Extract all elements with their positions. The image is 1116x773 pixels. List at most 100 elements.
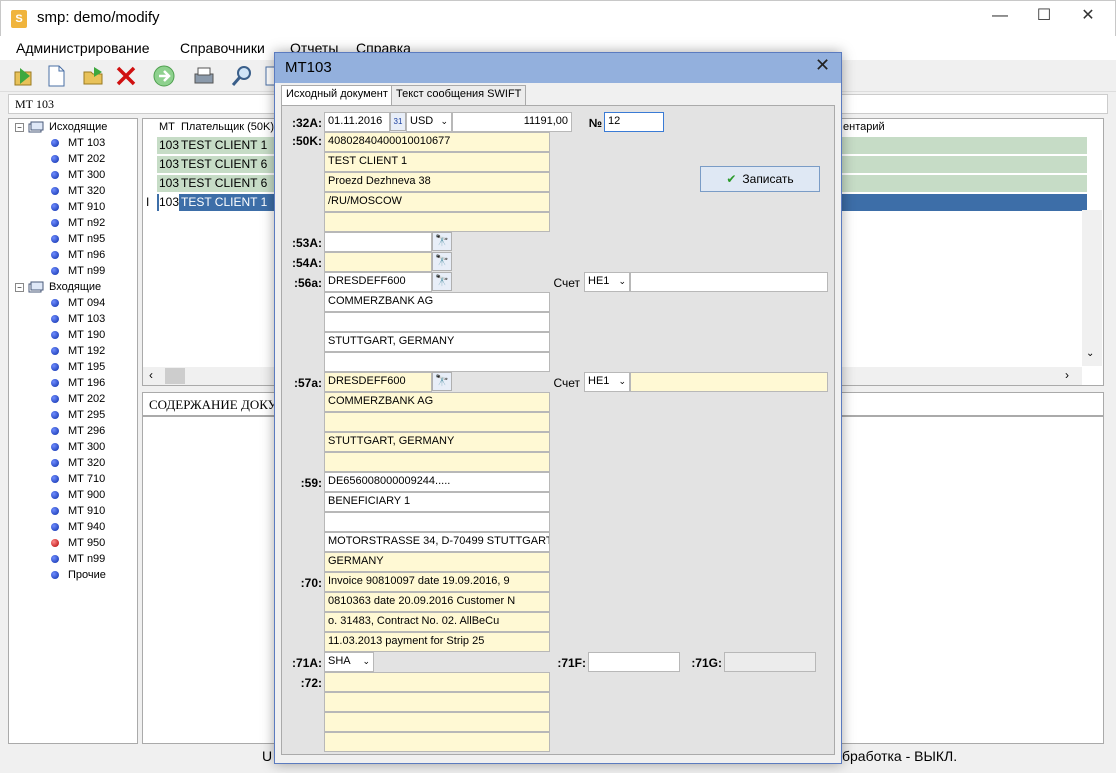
tree-item[interactable]: МТ 300 [51,439,105,455]
field-72-line[interactable] [324,672,550,692]
lookup-icon[interactable]: 🔭 [432,372,452,391]
tree-item[interactable]: МТ n99 [51,551,105,567]
scroll-right-icon[interactable]: › [1065,368,1069,382]
dialog-close-icon[interactable]: ✕ [815,55,830,76]
column-header-payer[interactable]: Плательщик (50K) [181,121,274,137]
tree-item[interactable]: МТ 910 [51,199,105,215]
tree-item[interactable]: МТ 940 [51,519,105,535]
field-72-line[interactable] [324,712,550,732]
tree-item[interactable]: МТ 296 [51,423,105,439]
open-folder-icon[interactable] [82,64,106,88]
tree-item[interactable]: МТ n96 [51,247,105,263]
vertical-scrollbar[interactable]: ⌄ [1082,210,1102,366]
new-document-icon[interactable] [44,64,68,88]
collapse-icon[interactable]: − [15,282,24,292]
charges-select[interactable]: SHA ⌄ [324,652,374,672]
tree-item[interactable]: МТ 094 [51,295,105,311]
number-field[interactable]: 12 [604,112,664,132]
date-field[interactable]: 01.11.2016 [324,112,390,132]
delete-icon[interactable] [114,64,138,88]
field-70-line[interactable]: Invoice 90810097 date 19.09.2016, 9 [324,572,550,592]
field-50k-line[interactable]: /RU/MOSCOW [324,192,550,212]
tree-item[interactable]: МТ 910 [51,503,105,519]
scroll-down-icon[interactable]: ⌄ [1086,348,1094,359]
tree-item[interactable]: МТ 320 [51,455,105,471]
field-54a[interactable] [324,252,432,272]
tab-source-document[interactable]: Исходный документ [281,85,393,106]
tree-item[interactable]: МТ n95 [51,231,105,247]
field-f57a-line[interactable] [324,452,550,472]
column-header-comment[interactable]: ентарий [843,121,885,137]
save-button[interactable]: ✔ Записать [700,166,820,192]
field-72-line[interactable] [324,732,550,752]
field-f56a-line[interactable]: STUTTGART, GERMANY [324,332,550,352]
scroll-left-icon[interactable]: ‹ [149,368,153,382]
lookup-icon[interactable]: 🔭 [432,252,452,271]
lookup-icon[interactable]: 🔭 [432,232,452,251]
tree-item[interactable]: МТ 900 [51,487,105,503]
field-59-line[interactable]: MOTORSTRASSE 34, D-70499 STUTTGART [324,532,550,552]
lookup-icon[interactable]: 🔭 [432,272,452,291]
field-59-line[interactable]: BENEFICIARY 1 [324,492,550,512]
print-icon[interactable] [192,64,216,88]
tree-item[interactable]: МТ 103 [51,311,105,327]
forward-icon[interactable] [152,64,176,88]
field-59-line[interactable] [324,512,550,532]
amount-field[interactable]: 11191,00 [452,112,572,132]
minimize-button[interactable]: — [977,3,1023,31]
field-f56a-line[interactable] [324,352,550,372]
tree-item[interactable]: МТ 202 [51,391,105,407]
maximize-button[interactable]: ☐ [1021,3,1067,31]
column-header-mt[interactable]: МТ [159,121,175,137]
menu-directories[interactable]: Справочники [180,40,265,56]
field-53a[interactable] [324,232,432,252]
import-icon[interactable] [12,64,36,88]
field-f57a-bic[interactable]: DRESDEFF600 [324,372,432,392]
field-50k-line[interactable]: Proezd Dezhneva 38 [324,172,550,192]
collapse-icon[interactable]: − [15,122,24,132]
field-70-line[interactable]: 0810363 date 20.09.2016 Customer N [324,592,550,612]
field-f56a-line[interactable]: COMMERZBANK AG [324,292,550,312]
tree-item[interactable]: МТ n92 [51,215,105,231]
field-f57a-line[interactable]: STUTTGART, GERMANY [324,432,550,452]
tree-item[interactable]: МТ 950 [51,535,105,551]
field-59-line[interactable]: DE656008000009244..... [324,472,550,492]
field-72-line[interactable] [324,692,550,712]
tree-item[interactable]: МТ 195 [51,359,105,375]
field-70-line[interactable]: 11.03.2013 payment for Strip 25 [324,632,550,652]
field-50k-line[interactable]: TEST CLIENT 1 [324,152,550,172]
field-f57a-line[interactable] [324,412,550,432]
field-50k-line[interactable]: 40802840400010010677 [324,132,550,152]
menu-administration[interactable]: Администрирование [16,40,150,56]
field-59-line[interactable]: GERMANY [324,552,550,572]
tree-item[interactable]: Прочие [51,567,106,583]
tree-group-incoming[interactable]: − Входящие [15,279,101,295]
field-f56a-line[interactable] [324,312,550,332]
tree-item[interactable]: МТ 320 [51,183,105,199]
field-71f[interactable] [588,652,680,672]
tab-swift-text[interactable]: Текст сообщения SWIFT [391,85,527,105]
field-f56a-bic[interactable]: DRESDEFF600 [324,272,432,292]
tree-item[interactable]: МТ 196 [51,375,105,391]
account-type-select[interactable]: НЕ1 ⌄ [584,372,630,392]
tree-item[interactable]: МТ 190 [51,327,105,343]
field-f56a-account[interactable] [630,272,828,292]
tree-item[interactable]: МТ 300 [51,167,105,183]
search-icon[interactable] [230,64,254,88]
close-button[interactable]: ✕ [1065,3,1111,31]
scroll-thumb[interactable] [165,368,185,384]
field-f57a-account[interactable] [630,372,828,392]
tree-item[interactable]: МТ 103 [51,135,105,151]
account-type-select[interactable]: НЕ1 ⌄ [584,272,630,292]
field-50k-line[interactable] [324,212,550,232]
tree-group-outgoing[interactable]: − Исходящие [15,119,107,135]
tree-item[interactable]: МТ 710 [51,471,105,487]
tree-item[interactable]: МТ 192 [51,343,105,359]
tree-item[interactable]: МТ 295 [51,407,105,423]
field-70-line[interactable]: o. 31483, Contract No. 02. AllBeCu [324,612,550,632]
currency-select[interactable]: USD ⌄ [406,112,452,132]
calendar-icon[interactable]: 31 [390,112,406,131]
field-f57a-line[interactable]: COMMERZBANK AG [324,392,550,412]
tree-item[interactable]: МТ n99 [51,263,105,279]
tree-item[interactable]: МТ 202 [51,151,105,167]
